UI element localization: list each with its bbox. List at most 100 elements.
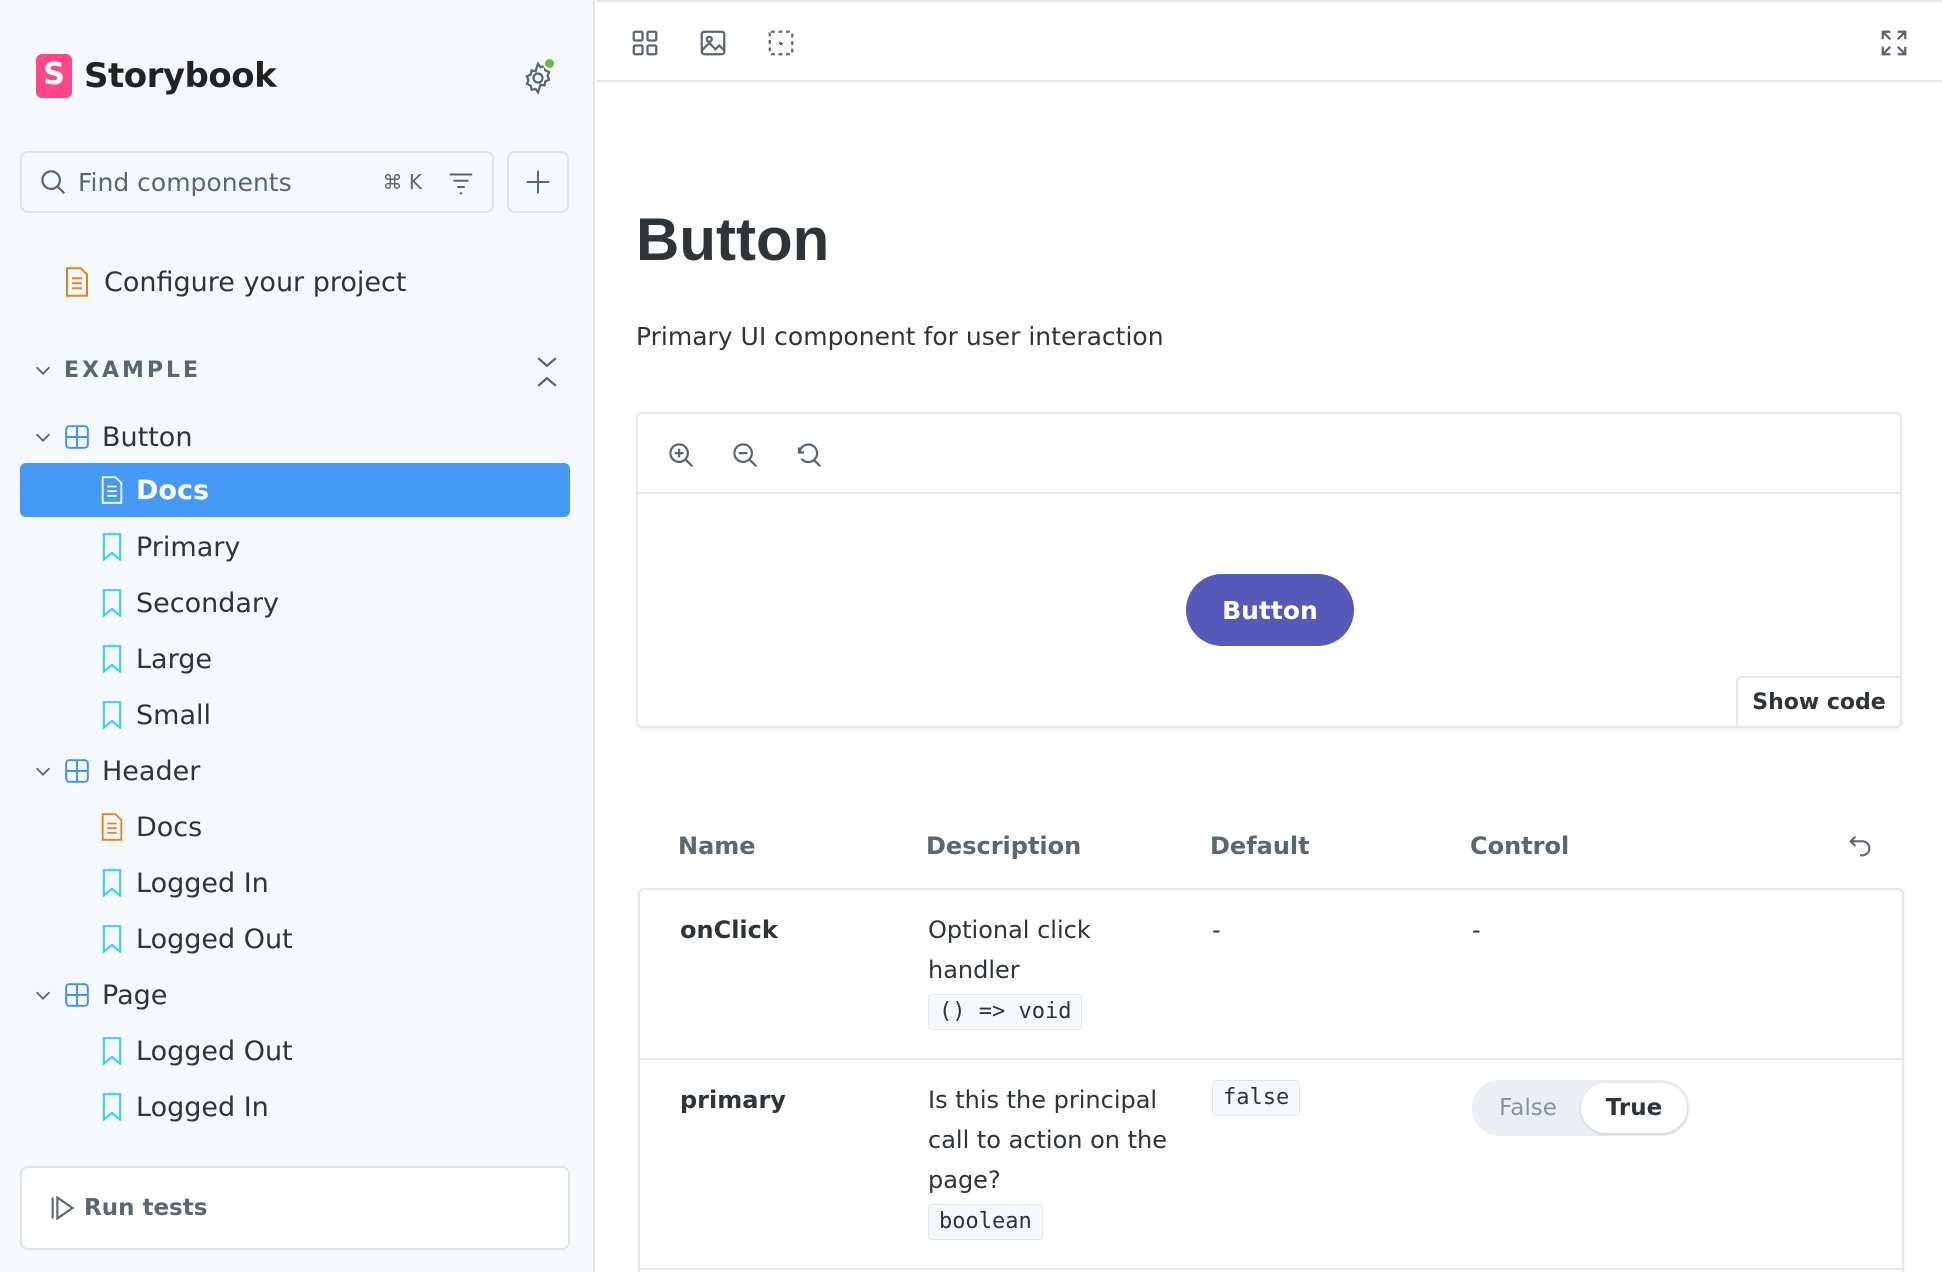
collapse-all-icon[interactable]	[532, 354, 562, 390]
outline-icon[interactable]	[766, 28, 796, 58]
arg-type: boolean	[928, 1204, 1043, 1240]
bookmark-icon	[102, 645, 122, 673]
add-button[interactable]	[507, 151, 569, 213]
tree-item-label: Button	[102, 421, 193, 453]
bookmark-icon	[102, 925, 122, 953]
configure-project-link[interactable]: Configure your project	[64, 262, 406, 302]
run-tests-button[interactable]: Run tests	[20, 1166, 570, 1250]
tree-item-label: Docs	[136, 474, 210, 506]
tree-story-secondary[interactable]: Secondary	[20, 576, 570, 630]
story-preview: Button Show code	[636, 412, 1902, 728]
tree-story-page-logged-in[interactable]: Logged In	[20, 1080, 570, 1134]
bookmark-icon	[102, 589, 122, 617]
preview-toolbar	[638, 414, 1900, 494]
toggle-option-true[interactable]: True	[1581, 1083, 1687, 1133]
column-header-description: Description	[926, 832, 1082, 860]
arg-name: onClick	[680, 916, 778, 944]
tree-item-label: Logged In	[136, 1091, 269, 1123]
bookmark-icon	[102, 1037, 122, 1065]
tree-component-button[interactable]: Button	[20, 410, 570, 464]
tree-item-label: Header	[102, 755, 201, 787]
arg-default-cell: false	[1212, 1080, 1301, 1116]
preview-button[interactable]: Button	[1186, 574, 1354, 646]
chevron-down-icon	[35, 991, 51, 1000]
bookmark-icon	[102, 701, 122, 729]
arg-description: Optional click handler	[928, 916, 1091, 984]
tree-story-header-logged-out[interactable]: Logged Out	[20, 912, 570, 966]
grid-icon[interactable]	[630, 28, 660, 58]
table-row: onClick Optional click handler () => voi…	[640, 890, 1902, 1060]
brand-name: Storybook	[84, 56, 277, 96]
plus-icon	[526, 170, 550, 194]
search-icon	[41, 170, 66, 195]
component-icon	[65, 425, 89, 449]
tree-story-small[interactable]: Small	[20, 688, 570, 742]
tree-item-label: Large	[136, 643, 212, 675]
tree-docs-header[interactable]: Docs	[20, 800, 570, 854]
arg-description: Is this the principal call to action on …	[928, 1086, 1168, 1194]
page-title: Button	[636, 206, 830, 273]
section-example[interactable]: EXAMPLE	[32, 350, 562, 390]
chevron-down-icon	[35, 767, 51, 776]
tree-item-label: Page	[102, 979, 168, 1011]
image-icon[interactable]	[698, 28, 728, 58]
show-code-button[interactable]: Show code	[1736, 676, 1902, 728]
tree-story-large[interactable]: Large	[20, 632, 570, 686]
tree-story-header-logged-in[interactable]: Logged In	[20, 856, 570, 910]
section-label: EXAMPLE	[64, 357, 202, 383]
search-box[interactable]: Find components ⌘ K	[20, 151, 494, 213]
document-icon	[101, 813, 123, 841]
tree-docs-button[interactable]: Docs	[20, 463, 570, 517]
args-table: onClick Optional click handler () => voi…	[638, 888, 1904, 1272]
chevron-down-icon	[35, 366, 51, 375]
column-header-default: Default	[1210, 832, 1310, 860]
arg-type: () => void	[928, 994, 1083, 1030]
tree-item-label: Primary	[136, 531, 241, 563]
page-subtitle: Primary UI component for user interactio…	[636, 322, 1164, 351]
tree-item-label: Logged In	[136, 867, 269, 899]
arg-description-cell: Optional click handler () => void	[928, 910, 1168, 1030]
status-dot	[543, 57, 556, 70]
column-header-name: Name	[678, 832, 756, 860]
brand[interactable]: S Storybook	[36, 54, 277, 98]
tree-item-label: Docs	[136, 811, 203, 843]
settings-gear-icon[interactable]	[520, 57, 556, 96]
play-icon	[51, 1195, 75, 1221]
arg-default: -	[1212, 916, 1221, 944]
bookmark-icon	[102, 869, 122, 897]
document-icon	[101, 476, 123, 504]
tree-item-label: Logged Out	[136, 923, 293, 955]
tree-item-label: Logged Out	[136, 1035, 293, 1067]
zoom-out-icon[interactable]	[730, 440, 760, 470]
main-toolbar	[597, 0, 1942, 82]
undo-icon[interactable]	[1846, 832, 1874, 860]
tree-story-primary[interactable]: Primary	[20, 520, 570, 574]
run-tests-label: Run tests	[84, 1195, 208, 1221]
filter-icon[interactable]	[446, 167, 476, 197]
column-header-control: Control	[1470, 832, 1570, 860]
component-icon	[65, 983, 89, 1007]
table-row: primary Is this the principal call to ac…	[640, 1060, 1902, 1270]
sidebar: S Storybook Find components ⌘ K Configur…	[0, 0, 595, 1272]
zoom-reset-icon[interactable]	[794, 440, 824, 470]
fullscreen-icon[interactable]	[1879, 28, 1909, 58]
arg-control: -	[1472, 916, 1481, 944]
tree-item-label: Small	[136, 699, 211, 731]
bookmark-icon	[102, 1093, 122, 1121]
toggle-option-false[interactable]: False	[1475, 1083, 1581, 1133]
component-icon	[65, 759, 89, 783]
boolean-toggle[interactable]: False True	[1472, 1080, 1690, 1136]
arg-description-cell: Is this the principal call to action on …	[928, 1080, 1168, 1240]
bookmark-icon	[102, 533, 122, 561]
zoom-in-icon[interactable]	[666, 440, 696, 470]
configure-project-label: Configure your project	[104, 266, 407, 298]
tree-component-header[interactable]: Header	[20, 744, 570, 798]
search-input[interactable]: Find components	[78, 168, 383, 197]
storybook-logo: S	[36, 54, 72, 98]
search-shortcut: ⌘ K	[382, 170, 422, 194]
chevron-down-icon	[35, 433, 51, 442]
arg-name: primary	[680, 1086, 786, 1114]
tree-item-label: Secondary	[136, 587, 279, 619]
tree-story-page-logged-out[interactable]: Logged Out	[20, 1024, 570, 1078]
tree-component-page[interactable]: Page	[20, 968, 570, 1022]
